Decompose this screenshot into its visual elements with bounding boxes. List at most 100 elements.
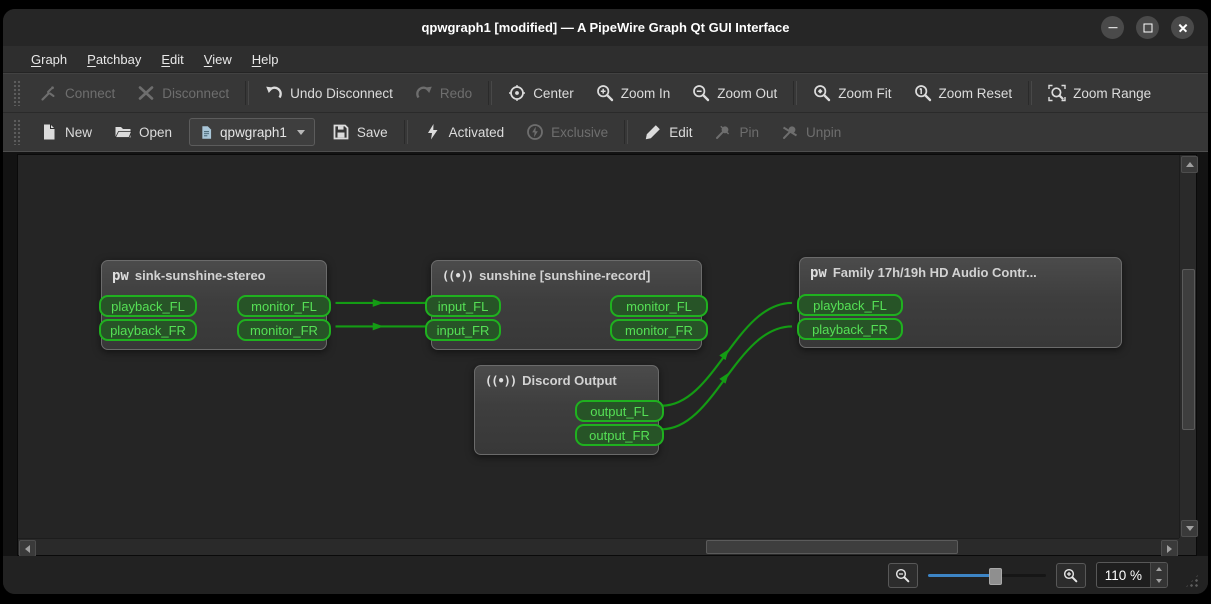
patchbay-file-icon — [202, 125, 212, 139]
menu-patchbay[interactable]: Patchbay — [79, 49, 149, 70]
minimize-icon — [1108, 26, 1117, 29]
vertical-scrollbar[interactable] — [1179, 155, 1198, 538]
separator — [245, 81, 250, 105]
stream-icon: ((•)) — [485, 373, 517, 388]
connect-icon — [41, 86, 55, 101]
minimize-button[interactable] — [1101, 16, 1124, 39]
maximize-icon — [1143, 23, 1152, 32]
window-title: qpwgraph1 [modified] — A PipeWire Graph … — [421, 20, 790, 35]
scrollbar-corner — [1179, 538, 1196, 555]
zoom-in-button[interactable]: Zoom In — [585, 79, 682, 107]
arrow-up-icon — [1185, 162, 1194, 167]
separator — [1028, 81, 1033, 105]
toolbar-drag-handle[interactable] — [13, 119, 21, 145]
node-header: ((•)) Discord Output — [475, 366, 658, 388]
window-controls — [1101, 16, 1194, 39]
horizontal-scrollbar[interactable] — [18, 538, 1179, 557]
undo-disconnect-button[interactable]: Undo Disconnect — [254, 79, 404, 107]
redo-button[interactable]: Redo — [404, 79, 483, 107]
app-window: qpwgraph1 [modified] — A PipeWire Graph … — [3, 9, 1208, 594]
port-sunshine-monitor-fl[interactable]: monitor_FL — [610, 295, 708, 317]
spin-down-button[interactable] — [1151, 575, 1167, 587]
port-sunshine-monitor-fr[interactable]: monitor_FR — [610, 319, 708, 341]
center-button[interactable]: Center — [497, 79, 585, 107]
exclusive-icon — [527, 124, 544, 140]
menu-edit[interactable]: Edit — [153, 49, 191, 70]
port-discord-output-fr[interactable]: output_FR — [575, 424, 664, 446]
slider-handle[interactable] — [989, 568, 1003, 585]
new-file-icon — [44, 124, 55, 140]
port-sunshine-input-fr[interactable]: input_FR — [425, 319, 501, 341]
statusbar-zoom-in-button[interactable] — [1055, 562, 1086, 588]
scroll-up-button[interactable] — [1181, 156, 1198, 173]
menubar: Graph Patchbay Edit View Help — [3, 46, 1208, 73]
zoom-slider[interactable] — [927, 566, 1046, 585]
pin-button[interactable]: Pin — [703, 118, 770, 146]
zoom-in-icon — [1064, 568, 1078, 582]
graph-view: pw sink-sunshine-stereo ((•)) sunshine [… — [17, 154, 1198, 557]
zoom-reset-button[interactable]: Zoom Reset — [903, 79, 1024, 107]
activated-button[interactable]: Activated — [413, 118, 516, 146]
redo-icon — [416, 86, 432, 99]
node-header: pw sink-sunshine-stereo — [102, 261, 326, 283]
statusbar-zoom-out-button[interactable] — [887, 562, 918, 588]
canvas-zone: pw sink-sunshine-stereo ((•)) sunshine [… — [3, 152, 1208, 557]
separator — [488, 81, 493, 105]
save-button[interactable]: Save — [321, 118, 399, 146]
port-sink-playback-fr[interactable]: playback_FR — [99, 319, 197, 341]
graph-toolbar: Connect Disconnect Undo Disconnect Redo … — [3, 73, 1208, 113]
zoom-fit-icon — [814, 85, 831, 102]
new-button[interactable]: New — [29, 118, 103, 146]
node-title: Family 17h/19h HD Audio Contr... — [832, 265, 1037, 280]
spin-up-button[interactable] — [1151, 563, 1167, 575]
scroll-down-button[interactable] — [1181, 520, 1198, 537]
zoom-in-icon — [596, 85, 613, 102]
edit-button[interactable]: Edit — [633, 118, 703, 146]
zoom-out-button[interactable]: Zoom Out — [681, 79, 788, 107]
close-button[interactable] — [1171, 16, 1194, 39]
port-sink-playback-fl[interactable]: playback_FL — [99, 295, 197, 317]
resize-grip[interactable] — [1184, 573, 1200, 589]
toolbar-drag-handle[interactable] — [13, 80, 21, 106]
separator — [624, 120, 629, 144]
zoom-fit-button[interactable]: Zoom Fit — [802, 79, 902, 107]
scroll-right-button[interactable] — [1161, 540, 1178, 557]
activated-bolt-icon — [427, 124, 438, 140]
scroll-left-button[interactable] — [19, 540, 36, 557]
zoom-range-button[interactable]: Zoom Range — [1037, 79, 1162, 107]
zoom-spinbox[interactable]: 110 % — [1095, 562, 1168, 588]
menu-graph[interactable]: Graph — [23, 49, 75, 70]
zoom-out-icon — [896, 568, 910, 582]
node-title: sink-sunshine-stereo — [134, 268, 266, 283]
arrow-down-icon — [1156, 579, 1162, 583]
patchbay-select[interactable]: qpwgraph1 — [189, 118, 315, 146]
port-family-playback-fr[interactable]: playback_FR — [797, 318, 903, 340]
connect-button[interactable]: Connect — [29, 79, 126, 107]
graph-viewport[interactable]: pw sink-sunshine-stereo ((•)) sunshine [… — [18, 155, 1179, 538]
vertical-scroll-thumb[interactable] — [1182, 269, 1195, 430]
unpin-icon — [782, 126, 798, 139]
slider-fill — [927, 574, 993, 577]
port-sunshine-input-fl[interactable]: input_FL — [425, 295, 501, 317]
separator — [793, 81, 798, 105]
port-discord-output-fl[interactable]: output_FL — [575, 400, 664, 422]
pipewire-icon: pw — [810, 264, 827, 280]
save-icon — [333, 124, 349, 140]
patchbay-toolbar: New Open qpwgraph1 Save Activated Exclus… — [3, 113, 1208, 152]
menu-view[interactable]: View — [196, 49, 240, 70]
pipewire-icon: pw — [112, 267, 129, 283]
unpin-button[interactable]: Unpin — [770, 118, 852, 146]
maximize-button[interactable] — [1136, 16, 1159, 39]
horizontal-scroll-thumb[interactable] — [706, 540, 958, 554]
node-title: sunshine [sunshine-record] — [479, 268, 651, 283]
port-sink-monitor-fl[interactable]: monitor_FL — [237, 295, 331, 317]
undo-icon — [266, 86, 282, 99]
port-sink-monitor-fr[interactable]: monitor_FR — [237, 319, 331, 341]
open-button[interactable]: Open — [103, 118, 183, 146]
menu-help[interactable]: Help — [244, 49, 287, 70]
exclusive-button[interactable]: Exclusive — [515, 118, 619, 146]
disconnect-button[interactable]: Disconnect — [126, 79, 240, 107]
zoom-out-icon — [693, 85, 710, 102]
zoom-reset-icon — [914, 85, 931, 102]
port-family-playback-fl[interactable]: playback_FL — [797, 294, 903, 316]
